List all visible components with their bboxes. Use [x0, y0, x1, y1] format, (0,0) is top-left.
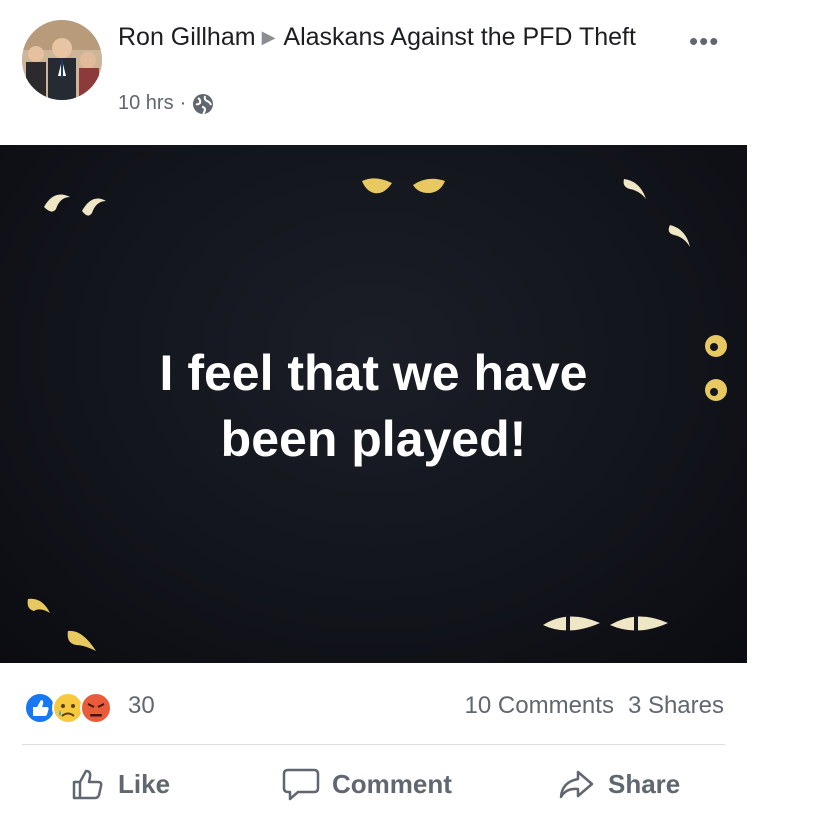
author-name[interactable]: Ron Gillham — [118, 23, 256, 51]
like-button[interactable]: Like — [70, 766, 170, 802]
globe-icon[interactable] — [192, 93, 214, 115]
caption-line-1: I feel that we have — [159, 345, 588, 401]
comments-count[interactable]: 10 Comments — [465, 692, 614, 719]
eye-shape — [668, 225, 690, 247]
eye-shape — [362, 178, 392, 194]
avatar-photo — [22, 20, 102, 100]
post-timestamp[interactable]: 10 hrs — [118, 92, 174, 115]
eye-shape — [44, 194, 70, 212]
eye-shape — [543, 616, 600, 631]
eye-shape — [82, 198, 106, 216]
eye-shape — [413, 178, 445, 193]
comment-bubble-icon — [282, 768, 320, 801]
share-button[interactable]: Share — [558, 766, 680, 802]
share-arrow-icon — [559, 770, 594, 799]
like-icon — [24, 692, 56, 724]
group-name[interactable]: Alaskans Against the PFD Theft — [283, 23, 636, 51]
share-label: Share — [608, 768, 681, 799]
meta-separator: · — [179, 92, 187, 114]
engagement-stats: 30 10 Comments 3 Shares — [0, 688, 730, 728]
caption-line-2: been played! — [220, 411, 527, 467]
post-action-bar: Like Comment Share — [0, 760, 747, 816]
post-meta: 10 hrs · — [118, 92, 214, 115]
post-header-title: Ron Gillham ▶ Alaskans Against the PFD The… — [118, 20, 678, 54]
comment-share-counts: 10 Comments 3 Shares — [451, 692, 724, 720]
image-caption: I feel that we have been played! — [0, 340, 747, 472]
eye-shape — [610, 616, 668, 631]
author-avatar[interactable] — [22, 20, 102, 100]
shared-to-arrow-icon: ▶ — [261, 27, 276, 47]
shares-count[interactable]: 3 Shares — [628, 692, 724, 719]
sad-icon — [52, 692, 84, 724]
post-image[interactable]: I feel that we have been played! — [0, 145, 747, 663]
reaction-count[interactable]: 30 — [128, 692, 155, 720]
angry-icon — [80, 692, 112, 724]
eye-shape — [623, 179, 646, 199]
divider — [22, 744, 725, 745]
comment-button[interactable]: Comment — [282, 766, 452, 802]
more-options-icon[interactable]: ••• — [689, 26, 719, 57]
eye-shape — [67, 630, 96, 651]
comment-label: Comment — [332, 768, 452, 799]
reaction-icons[interactable] — [22, 690, 122, 726]
like-label: Like — [118, 768, 171, 799]
eye-shape — [27, 598, 50, 613]
thumbs-up-icon — [72, 769, 103, 800]
